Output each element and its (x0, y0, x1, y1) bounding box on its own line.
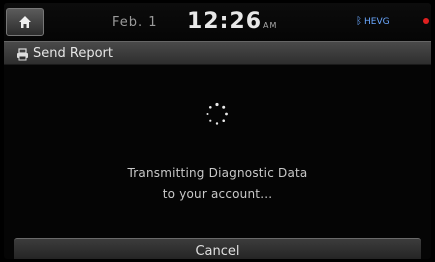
bluetooth-icon: ᛒ (356, 16, 362, 27)
loading-spinner-icon (206, 102, 228, 125)
time-value: 12:26 (187, 9, 263, 34)
status-icons: ᛒ HEVG (356, 16, 390, 27)
home-icon (19, 16, 31, 28)
home-button[interactable] (6, 8, 44, 36)
status-message-line2: to your account... (162, 187, 273, 201)
cancel-button[interactable]: Cancel (14, 238, 421, 259)
clock: 12:26AM (187, 9, 277, 34)
printer-icon (16, 46, 29, 65)
page-title: Send Report (33, 46, 113, 61)
status-icons-text: HEVG (364, 16, 390, 27)
date-display: Feb. 1 (112, 15, 158, 30)
status-bar: Feb. 1 12:26AM ᛒ HEVG (4, 3, 431, 41)
screen-frame: Feb. 1 12:26AM ᛒ HEVG Send Report Transm… (4, 3, 431, 259)
title-bar: Send Report (4, 41, 431, 65)
alert-icon (423, 18, 429, 24)
status-message-line1: Transmitting Diagnostic Data (127, 166, 308, 180)
ampm-indicator: AM (263, 21, 278, 30)
